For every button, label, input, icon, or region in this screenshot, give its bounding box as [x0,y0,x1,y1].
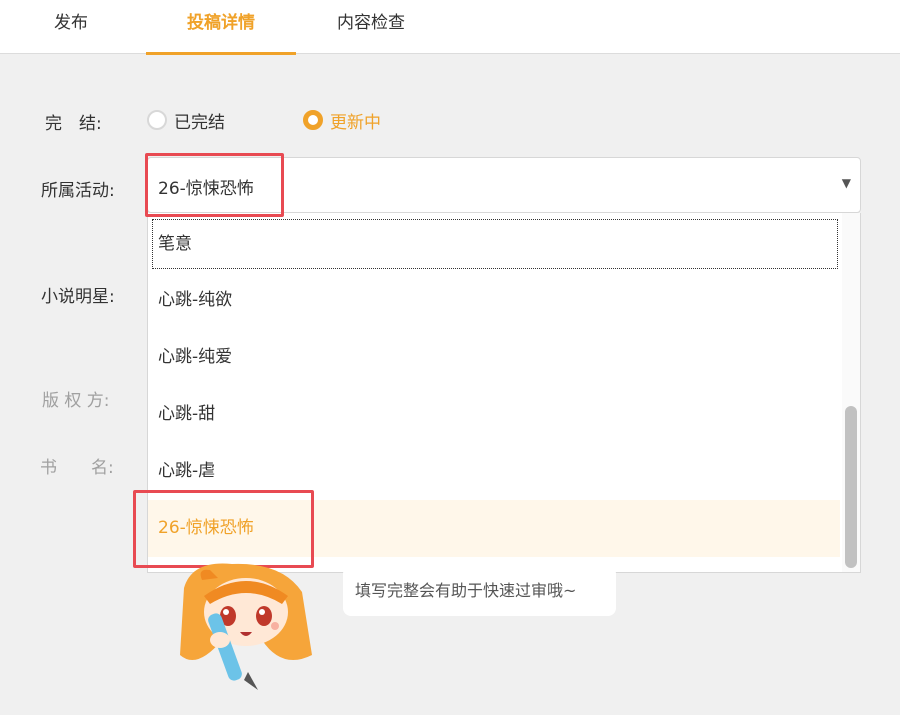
dropdown-scrollbar-thumb[interactable] [845,406,857,568]
dropdown-scrollbar[interactable] [842,213,860,572]
activity-label: 所属活动: [41,181,115,201]
dropdown-option[interactable]: 笔意 [152,219,838,269]
book-name-label: 书 名: [40,458,114,478]
tab-publish[interactable]: 发布 [30,0,112,54]
highlight-box-activity-value [145,153,284,217]
tab-content-check[interactable]: 内容检查 [320,0,422,54]
copyright-holder-label: 版 权 方: [42,391,110,411]
tab-submission-details[interactable]: 投稿详情 [146,0,296,55]
dropdown-arrow-icon[interactable]: ▼ [842,176,851,190]
radio-updating-circle-icon [303,110,323,130]
dropdown-option[interactable]: 心跳-甜 [148,386,840,443]
top-tab-bar: 发布 投稿详情 内容检查 [0,0,900,55]
radio-completed-circle-icon [147,110,167,130]
hint-bubble: 填写完整会有助于快速过审哦~ [343,566,616,616]
mascot-illustration [180,563,312,690]
dropdown-option[interactable]: 心跳-纯欲 [148,272,840,329]
radio-completed-label: 已完结 [174,112,225,133]
tab-submission-details-label: 投稿详情 [187,13,255,33]
radio-completed[interactable]: 已完结 [147,108,225,133]
radio-updating-label: 更新中 [330,112,381,133]
highlight-box-selected-option [133,490,314,568]
radio-updating[interactable]: 更新中 [303,108,381,133]
dropdown-option[interactable]: 心跳-纯爱 [148,329,840,386]
active-tab-indicator [146,52,296,55]
status-label: 完 结: [45,114,102,134]
novel-star-label: 小说明星: [41,287,115,307]
